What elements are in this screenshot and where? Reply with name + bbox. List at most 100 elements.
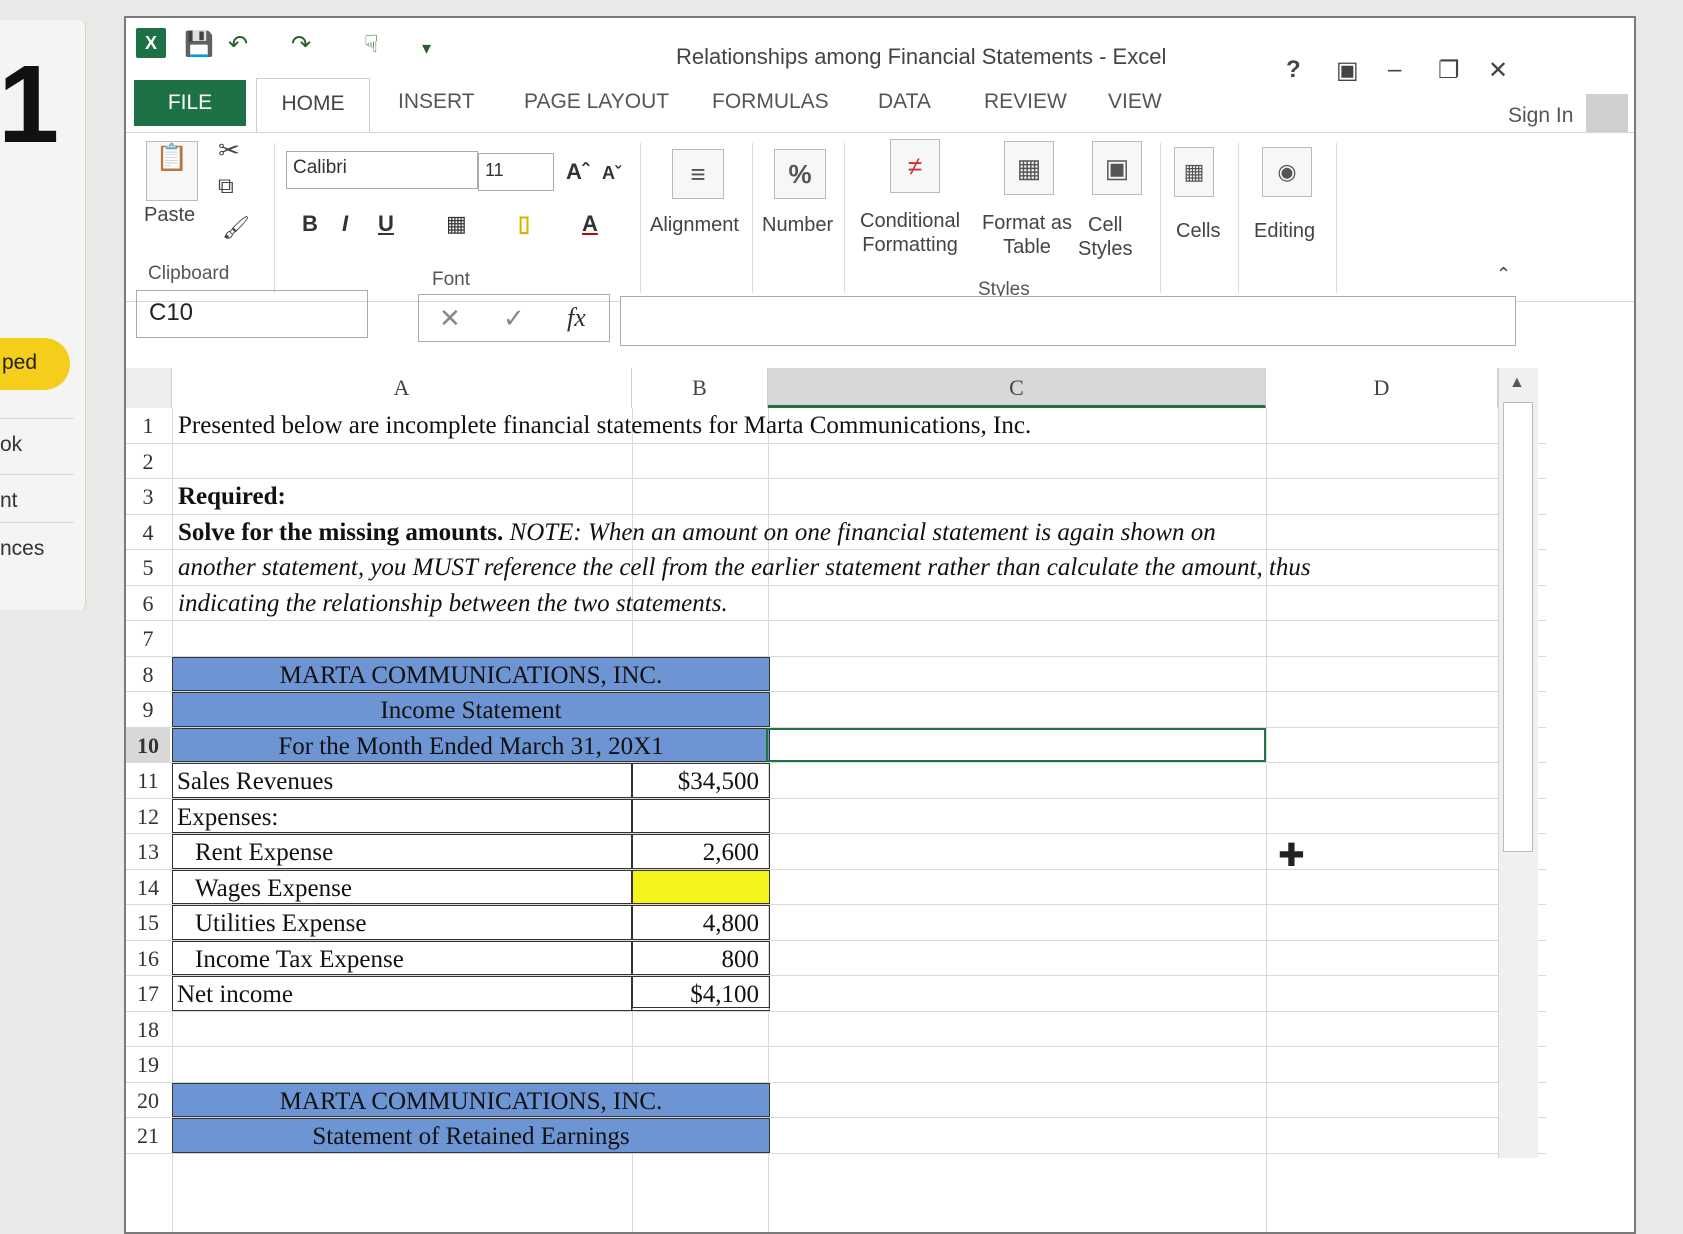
row-number[interactable]: 15	[126, 905, 170, 940]
cell-a13[interactable]: Rent Expense	[172, 834, 632, 869]
background-nav-item[interactable]: nces	[0, 522, 74, 580]
row-number[interactable]: 10	[126, 727, 170, 762]
grow-font-icon[interactable]: Aˆ	[566, 159, 589, 185]
column-header-b[interactable]: B	[632, 368, 768, 408]
column-header-d[interactable]: D	[1266, 368, 1498, 408]
row-number[interactable]: 1	[126, 408, 170, 443]
copy-icon[interactable]: ⧉	[218, 173, 234, 199]
bold-button[interactable]: B	[302, 211, 318, 237]
italic-button[interactable]: I	[342, 211, 348, 237]
row-number[interactable]: 20	[126, 1083, 170, 1118]
row-number[interactable]: 11	[126, 763, 170, 798]
cells-icon[interactable]: ▦	[1174, 147, 1214, 197]
scrollbar-thumb[interactable]	[1503, 402, 1533, 852]
row-number[interactable]: 7	[126, 621, 170, 656]
undo-icon[interactable]: ↶	[228, 30, 248, 59]
cell-a5[interactable]: another statement, you MUST reference th…	[178, 550, 1311, 585]
collapse-ribbon-icon[interactable]: ⌃	[1496, 264, 1511, 285]
tab-formulas[interactable]: FORMULAS	[712, 90, 829, 114]
row-number[interactable]: 8	[126, 657, 170, 692]
paste-icon[interactable]: 📋	[146, 141, 198, 201]
tab-data[interactable]: DATA	[878, 90, 931, 114]
tab-view[interactable]: VIEW	[1108, 90, 1162, 114]
cell-a9-statement-title[interactable]: Income Statement	[172, 692, 770, 727]
cell-a1[interactable]: Presented below are incomplete financial…	[178, 408, 1031, 443]
row-number[interactable]: 14	[126, 870, 170, 905]
select-all-corner[interactable]	[126, 368, 172, 408]
scroll-up-icon[interactable]: ▲	[1509, 374, 1525, 392]
cell-a4[interactable]: Solve for the missing amounts. NOTE: Whe…	[178, 515, 1216, 550]
cell-b15[interactable]: 4,800	[632, 905, 770, 940]
customize-toolbar-icon[interactable]: ▾	[422, 38, 431, 59]
enter-icon[interactable]: ✓	[503, 303, 525, 334]
cell-a8-company-name[interactable]: MARTA COMMUNICATIONS, INC.	[172, 656, 770, 691]
cell-a11[interactable]: Sales Revenues	[172, 763, 632, 798]
tab-review[interactable]: REVIEW	[984, 90, 1067, 114]
insert-function-icon[interactable]: fx	[567, 303, 586, 333]
cell-a14[interactable]: Wages Expense	[172, 869, 632, 904]
vertical-scrollbar[interactable]: ▲	[1498, 368, 1538, 1158]
percent-icon[interactable]: %	[774, 149, 826, 199]
conditional-formatting-icon[interactable]: ≠	[890, 139, 940, 193]
cell-a20-company-name[interactable]: MARTA COMMUNICATIONS, INC.	[172, 1082, 770, 1117]
column-header-c[interactable]: C	[768, 368, 1266, 408]
format-as-table-button[interactable]: Format as Table	[982, 211, 1072, 259]
row-number[interactable]: 18	[126, 1012, 170, 1047]
background-pill-button[interactable]: ped	[0, 338, 70, 390]
row-number[interactable]: 2	[126, 444, 170, 479]
alignment-button[interactable]: Alignment	[650, 213, 739, 237]
tab-insert[interactable]: INSERT	[398, 90, 475, 114]
cell-a3[interactable]: Required:	[178, 479, 286, 514]
cancel-icon[interactable]: ✕	[439, 303, 461, 334]
font-color-icon[interactable]: A	[582, 211, 598, 237]
borders-icon[interactable]: ▦	[446, 211, 467, 237]
font-size-select[interactable]: 11	[478, 153, 554, 191]
format-as-table-icon[interactable]: ▦	[1004, 141, 1054, 195]
row-number[interactable]: 17	[126, 976, 170, 1011]
shrink-font-icon[interactable]: Aˇ	[602, 163, 621, 184]
row-number[interactable]: 12	[126, 799, 170, 834]
binoculars-icon[interactable]: ◉	[1262, 147, 1312, 197]
row-number[interactable]: 3	[126, 479, 170, 514]
row-number[interactable]: 21	[126, 1118, 170, 1153]
cell-styles-icon[interactable]: ▣	[1092, 141, 1142, 195]
cell-a17[interactable]: Net income	[172, 976, 632, 1011]
cell-a21-statement-title[interactable]: Statement of Retained Earnings	[172, 1118, 770, 1153]
cell-b12[interactable]	[632, 798, 770, 833]
row-number[interactable]: 5	[126, 550, 170, 585]
row-number[interactable]: 13	[126, 834, 170, 869]
save-icon[interactable]: 💾	[184, 30, 214, 59]
underline-button[interactable]: U	[378, 211, 394, 237]
cell-b17[interactable]: $4,100	[632, 976, 770, 1011]
row-number[interactable]: 6	[126, 586, 170, 621]
format-painter-icon[interactable]: 🖌	[222, 215, 250, 241]
cell-a15[interactable]: Utilities Expense	[172, 905, 632, 940]
cut-icon[interactable]: ✂	[218, 135, 240, 166]
font-name-select[interactable]: Calibri	[286, 151, 478, 189]
row-number[interactable]: 19	[126, 1047, 170, 1082]
tab-page-layout[interactable]: PAGE LAYOUT	[524, 90, 669, 114]
cell-b13[interactable]: 2,600	[632, 834, 770, 869]
editing-button[interactable]: Editing	[1254, 219, 1315, 243]
tab-file[interactable]: FILE	[134, 80, 246, 126]
formula-input[interactable]	[620, 296, 1516, 346]
cell-b16[interactable]: 800	[632, 940, 770, 975]
cells-button[interactable]: Cells	[1176, 219, 1220, 243]
tab-home[interactable]: HOME	[256, 78, 370, 132]
row-number[interactable]: 16	[126, 941, 170, 976]
cell-a6[interactable]: indicating the relationship between the …	[178, 586, 728, 621]
name-box[interactable]: C10	[136, 290, 368, 338]
selected-cell-c10[interactable]	[766, 727, 1266, 762]
touch-mode-icon[interactable]: ☟	[364, 30, 379, 59]
fill-color-icon[interactable]: ▯	[518, 211, 530, 237]
cell-a12[interactable]: Expenses:	[172, 798, 632, 833]
row-number[interactable]: 4	[126, 515, 170, 550]
sign-in-link[interactable]: Sign In	[1508, 104, 1573, 128]
row-number[interactable]: 9	[126, 692, 170, 727]
number-button[interactable]: Number	[762, 213, 833, 237]
alignment-icon[interactable]: ≡	[672, 149, 724, 199]
column-header-a[interactable]: A	[172, 368, 632, 408]
cell-b14-missing[interactable]	[632, 869, 770, 904]
cell-a16[interactable]: Income Tax Expense	[172, 940, 632, 975]
background-nav-item[interactable]: ok	[0, 418, 74, 476]
